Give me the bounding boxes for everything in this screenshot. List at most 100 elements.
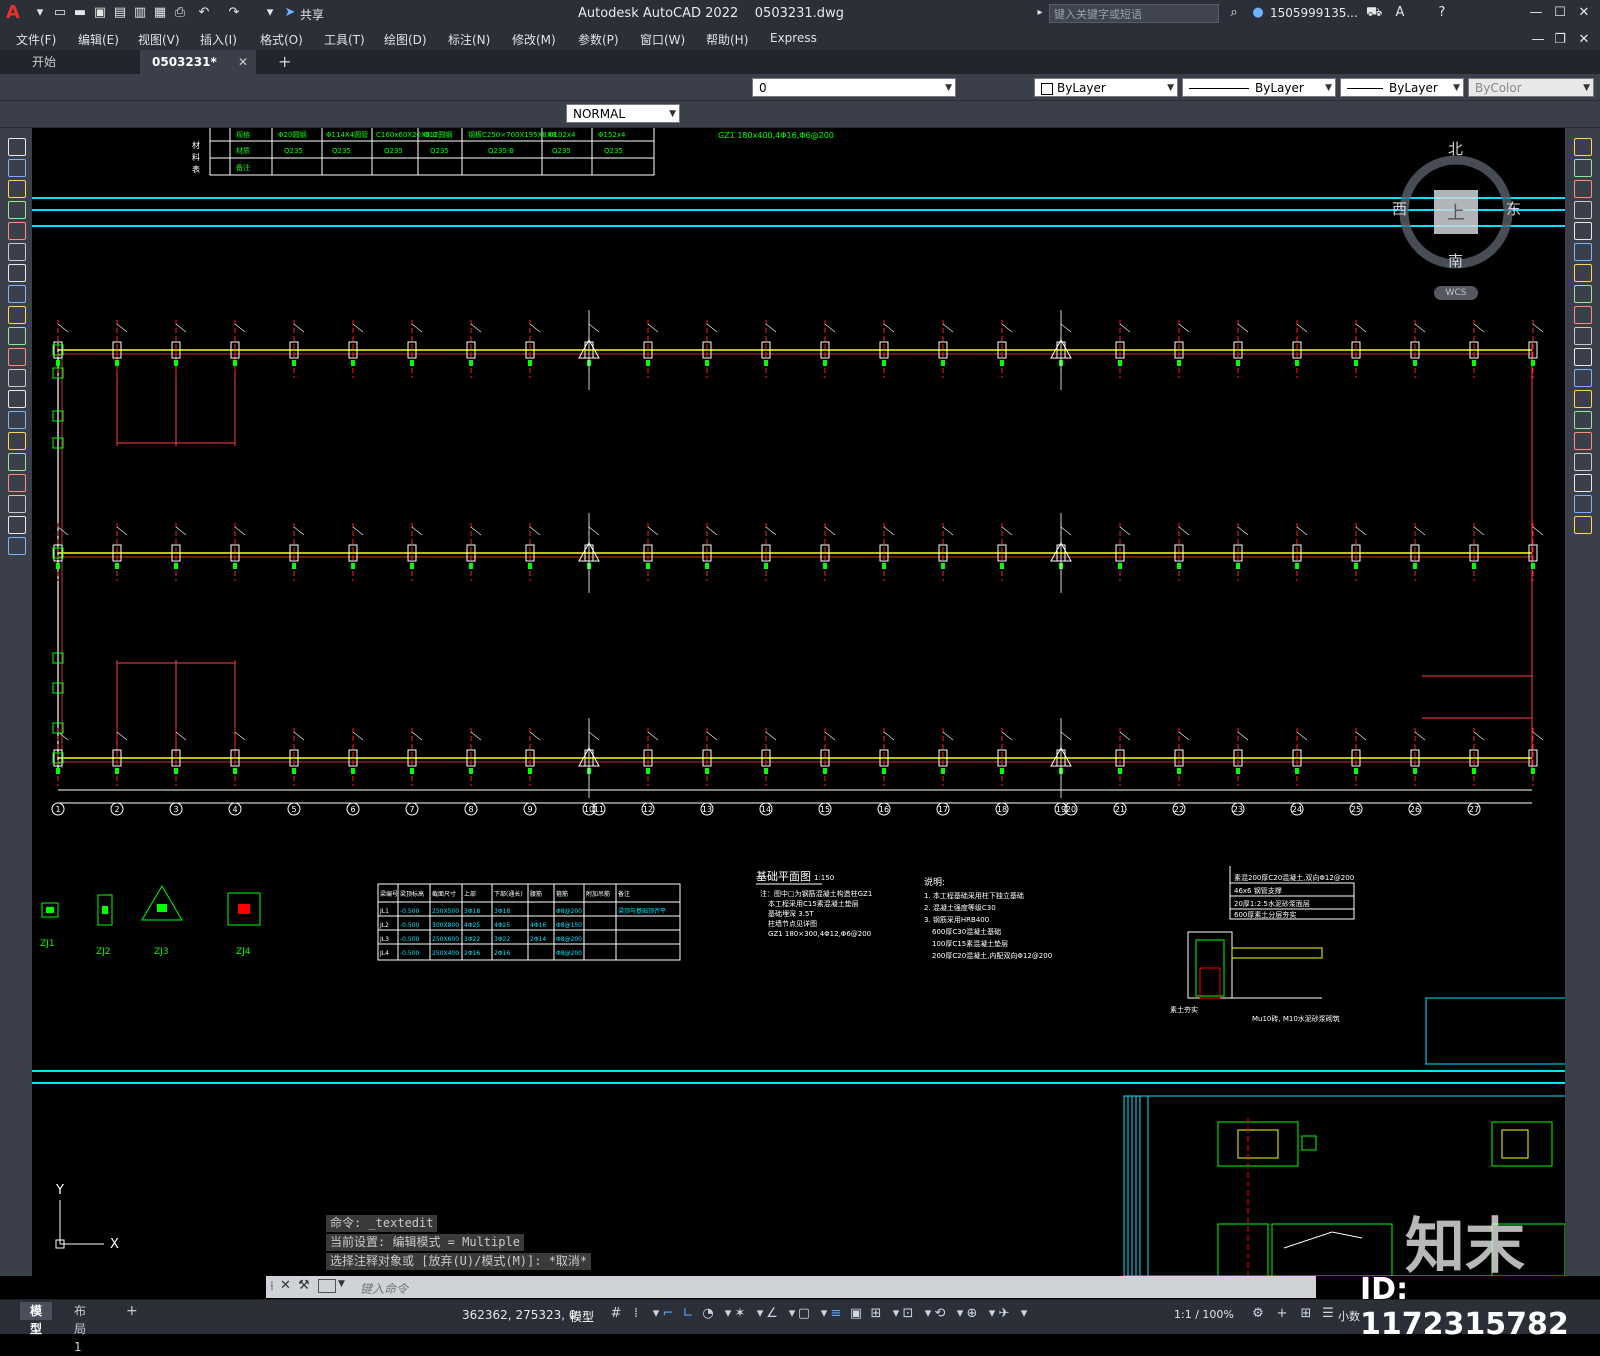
user-name[interactable]: 1505999135... — [1270, 6, 1358, 20]
open-folder-icon[interactable]: ▬ — [72, 5, 88, 21]
viewcube-east[interactable]: 东 — [1506, 198, 1521, 219]
units-label[interactable]: 小数 — [1338, 1308, 1360, 1324]
plotstyle-dropdown[interactable]: ByColor ▼ — [1468, 78, 1594, 97]
draw-tool-button-6[interactable] — [8, 243, 26, 261]
modify-tool-button-4[interactable] — [1574, 201, 1592, 219]
modify-tool-button-7[interactable] — [1574, 264, 1592, 282]
doc-minimize-icon[interactable]: — — [1530, 32, 1546, 48]
menu-express[interactable]: Express — [770, 31, 817, 45]
close-icon[interactable]: ✕ — [1576, 5, 1592, 21]
cad-drawing[interactable]: 规格 Φ20圆钢 Φ114X4圆管 C160x60X20X3.0Φ12圆钢 钢板C250… — [32, 128, 1565, 1276]
modify-tool-button-18[interactable] — [1574, 495, 1592, 513]
menu-help[interactable]: 帮助(H) — [706, 31, 748, 48]
status-toggle-18-icon[interactable]: ⊡ — [900, 1306, 916, 1322]
draw-tool-button-15[interactable] — [8, 432, 26, 450]
status-toggle-15-icon[interactable]: ▣ — [848, 1306, 864, 1322]
dimstyle-dropdown[interactable]: NORMAL ▼ — [566, 104, 680, 123]
new-tab-icon[interactable]: + — [266, 50, 303, 74]
autodesk-account-icon[interactable]: A — [1392, 5, 1408, 21]
user-icon[interactable]: ● — [1250, 5, 1266, 21]
save-as-icon[interactable]: ▤ — [112, 5, 128, 21]
drawing-canvas[interactable]: 规格 Φ20圆钢 Φ114X4圆管 C160x60X20X3.0 Φ12圆钢 钢板C250… — [32, 128, 1565, 1276]
plot-icon[interactable]: ⎙ — [172, 5, 188, 21]
viewcube-south[interactable]: 南 — [1448, 250, 1463, 271]
search-input[interactable]: 键入关键字或短语 — [1049, 4, 1219, 23]
linetype-dropdown[interactable]: ByLayer ▼ — [1182, 78, 1336, 97]
undo-icon[interactable]: ↶ — [196, 5, 212, 21]
modify-tool-button-2[interactable] — [1574, 159, 1592, 177]
doc-restore-icon[interactable]: ❐ — [1552, 32, 1568, 48]
search-icon[interactable]: ⌕ — [1226, 5, 1242, 21]
draw-tool-button-17[interactable] — [8, 474, 26, 492]
draw-tool-button-3[interactable] — [8, 180, 26, 198]
status-toggle-24-icon[interactable]: ✈ — [996, 1306, 1012, 1322]
web-mobile-icon[interactable]: ▥ — [132, 5, 148, 21]
tab-close-icon[interactable]: ✕ — [238, 50, 248, 74]
modify-tool-button-1[interactable] — [1574, 138, 1592, 156]
close-command-icon[interactable]: ✕ — [280, 1278, 291, 1293]
minimize-icon[interactable]: — — [1528, 5, 1544, 21]
draw-tool-button-9[interactable] — [8, 306, 26, 324]
draw-tool-button-14[interactable] — [8, 411, 26, 429]
menu-icon[interactable]: ☰ — [1320, 1306, 1336, 1322]
redo-icon[interactable]: ↷ — [226, 5, 242, 21]
viewcube[interactable]: 北 南 西 东 上 WCS — [1392, 140, 1521, 300]
maximize-icon[interactable]: ☐ — [1552, 5, 1568, 21]
status-toggle-16-icon[interactable]: ⊞ — [868, 1306, 884, 1322]
modify-tool-button-14[interactable] — [1574, 411, 1592, 429]
draw-tool-button-12[interactable] — [8, 369, 26, 387]
share-icon[interactable]: ➤ — [282, 5, 298, 21]
new-file-icon[interactable]: ▭ — [52, 5, 68, 21]
modify-tool-button-9[interactable] — [1574, 306, 1592, 324]
quick-access-more-icon[interactable]: ▾ — [262, 5, 278, 21]
draw-tool-button-1[interactable] — [8, 138, 26, 156]
menu-format[interactable]: 格式(O) — [260, 31, 303, 48]
dropdown-icon[interactable]: ▾ — [32, 5, 48, 21]
lineweight-dropdown[interactable]: ByLayer ▼ — [1340, 78, 1464, 97]
modify-tool-button-6[interactable] — [1574, 243, 1592, 261]
modify-tool-button-15[interactable] — [1574, 432, 1592, 450]
grid-icon[interactable]: ⊞ — [1298, 1306, 1314, 1322]
status-toggle-12-icon[interactable]: ▢ — [796, 1306, 812, 1322]
add-layout-icon[interactable]: + — [116, 1302, 148, 1320]
status-toggle-4-icon[interactable]: ⌐ — [660, 1306, 676, 1322]
chevron-down-icon[interactable]: ▼ — [338, 1279, 345, 1289]
tab-start[interactable]: 开始 — [20, 50, 68, 74]
menu-parametric[interactable]: 参数(P) — [578, 31, 619, 48]
layer-dropdown[interactable]: 0 ▼ — [752, 78, 956, 97]
save-web-icon[interactable]: ▦ — [152, 5, 168, 21]
status-toggle-25-icon[interactable]: ▾ — [1016, 1306, 1032, 1322]
annotation-scale[interactable]: 1:1 / 100% — [1174, 1308, 1234, 1321]
color-dropdown[interactable]: ByLayer ▼ — [1034, 78, 1178, 97]
draw-tool-button-20[interactable] — [8, 537, 26, 555]
menu-draw[interactable]: 绘图(D) — [384, 31, 427, 48]
command-input[interactable]: 键入命令 — [360, 1280, 408, 1297]
draw-tool-button-5[interactable] — [8, 222, 26, 240]
modify-tool-button-16[interactable] — [1574, 453, 1592, 471]
viewcube-top-face[interactable]: 上 — [1447, 199, 1465, 225]
status-toggle-1-icon[interactable]: # — [608, 1306, 624, 1322]
coordinate-readout[interactable]: 362362, 275323, 0 — [462, 1308, 577, 1322]
draw-tool-button-10[interactable] — [8, 327, 26, 345]
doc-close-icon[interactable]: ✕ — [1576, 32, 1592, 48]
menu-file[interactable]: 文件(F) — [16, 31, 56, 48]
status-toggle-8-icon[interactable]: ✶ — [732, 1306, 748, 1322]
cart-icon[interactable]: ⛟ — [1366, 5, 1382, 21]
modify-tool-button-17[interactable] — [1574, 474, 1592, 492]
layout-tab-model[interactable]: 模型 — [20, 1302, 53, 1336]
status-toggle-2-icon[interactable]: ⁞ — [628, 1306, 644, 1322]
modify-tool-button-10[interactable] — [1574, 327, 1592, 345]
menu-modify[interactable]: 修改(M) — [512, 31, 556, 48]
menu-edit[interactable]: 编辑(E) — [78, 31, 119, 48]
modify-tool-button-13[interactable] — [1574, 390, 1592, 408]
modify-tool-button-5[interactable] — [1574, 222, 1592, 240]
status-toggle-5-icon[interactable]: ∟ — [680, 1306, 696, 1322]
draw-tool-button-16[interactable] — [8, 453, 26, 471]
draw-tool-button-8[interactable] — [8, 285, 26, 303]
model-space-toggle[interactable]: 模型 — [570, 1308, 594, 1325]
grip-icon[interactable]: ⁞ — [270, 1279, 274, 1293]
help-icon[interactable]: ? — [1434, 5, 1450, 21]
draw-tool-button-18[interactable] — [8, 495, 26, 513]
customize-wrench-icon[interactable]: ⚒ — [298, 1278, 310, 1293]
modify-tool-button-3[interactable] — [1574, 180, 1592, 198]
